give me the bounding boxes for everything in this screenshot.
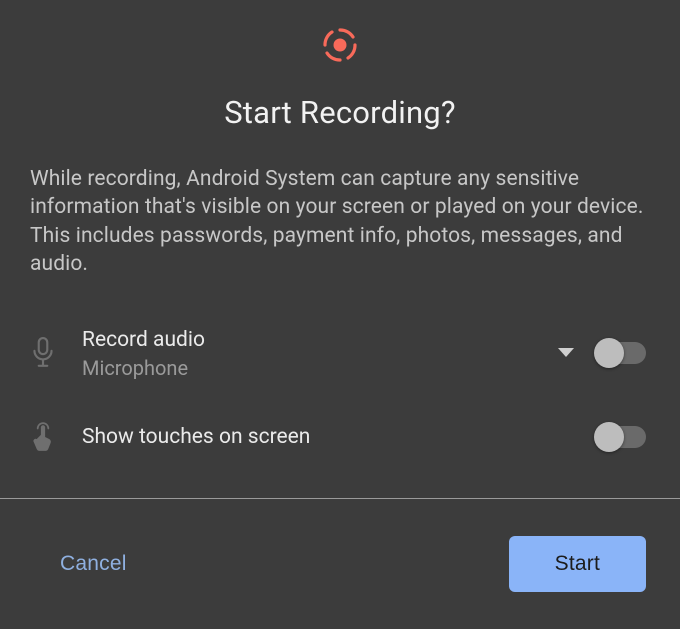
start-recording-dialog: Start Recording? While recording, Androi…	[0, 0, 680, 629]
record-icon	[321, 26, 359, 64]
record-audio-label: Record audio	[82, 327, 536, 353]
audio-source-dropdown[interactable]	[536, 348, 596, 358]
show-touches-row[interactable]: Show touches on screen	[30, 406, 650, 468]
warning-text: While recording, Android System can capt…	[0, 165, 680, 278]
toggle-knob	[594, 338, 624, 368]
dialog-actions: Cancel Start	[0, 499, 680, 629]
show-touches-text: Show touches on screen	[82, 424, 596, 450]
record-audio-toggle[interactable]	[596, 342, 646, 364]
record-audio-source: Microphone	[82, 356, 536, 380]
microphone-icon	[30, 337, 82, 369]
show-touches-toggle[interactable]	[596, 426, 646, 448]
show-touches-label: Show touches on screen	[82, 424, 596, 450]
dialog-title: Start Recording?	[224, 94, 456, 131]
dialog-header: Start Recording?	[0, 0, 680, 131]
options-list: Record audio Microphone Show touches on	[0, 322, 680, 490]
toggle-knob	[594, 422, 624, 452]
touch-icon	[30, 421, 82, 453]
chevron-down-icon	[558, 348, 574, 358]
record-audio-row[interactable]: Record audio Microphone	[30, 322, 650, 384]
cancel-button[interactable]: Cancel	[34, 540, 153, 588]
record-audio-text: Record audio Microphone	[82, 327, 536, 379]
start-button[interactable]: Start	[509, 536, 646, 592]
